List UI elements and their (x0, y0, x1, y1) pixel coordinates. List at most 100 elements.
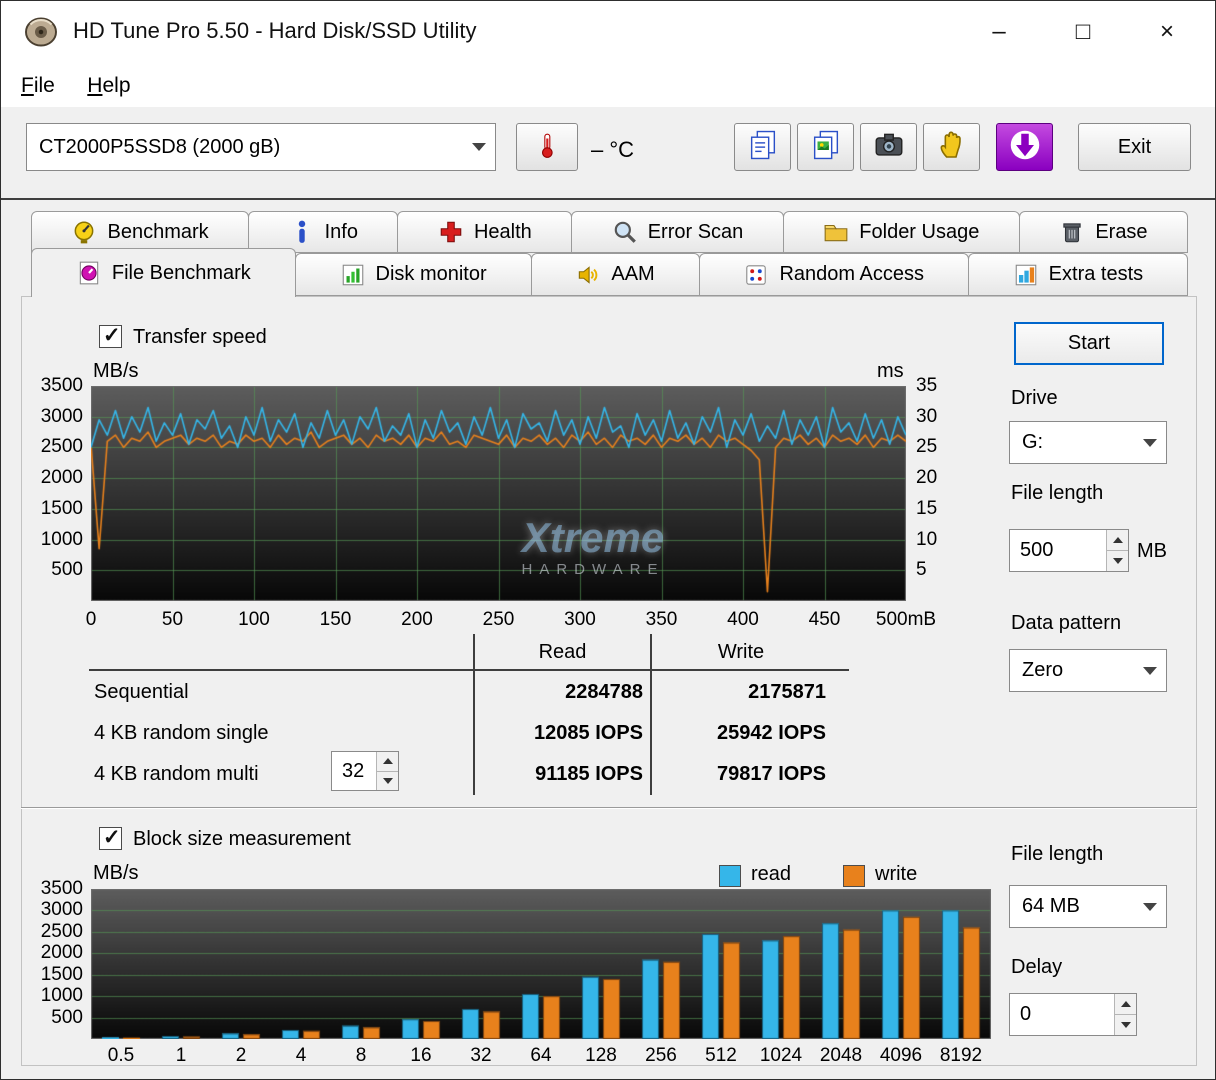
spinner-down-button[interactable] (1115, 1015, 1136, 1035)
spinner-buttons (1114, 994, 1136, 1035)
tab-disk-monitor[interactable]: Disk monitor (294, 253, 532, 296)
spinner-down-button[interactable] (377, 771, 398, 790)
app-icon (23, 14, 59, 50)
tab-row-2: File Benchmark Disk monitor AAM Random Acce… (31, 248, 1189, 297)
spinner-buttons (1106, 530, 1128, 571)
axis-tick-label: 450 (808, 609, 841, 630)
axis-tick-label: 3500 (40, 878, 83, 899)
copy-text-button[interactable] (734, 123, 791, 171)
axis-tick-label: 30 (916, 405, 938, 427)
axis-tick-label: 1500 (40, 963, 83, 985)
file-length-unit: MB (1137, 540, 1167, 562)
close-button[interactable]: × (1125, 1, 1209, 63)
start-button-label: Start (1067, 332, 1111, 354)
drag-hand-button[interactable] (923, 123, 980, 171)
axis-tick-label: 2000 (40, 942, 83, 964)
legend-write-label: write (875, 863, 918, 885)
thermometer-icon (534, 125, 560, 170)
tab-random-access[interactable]: Random Access (698, 253, 969, 296)
axis-tick-label: 500mB (875, 609, 937, 630)
tab-label: Health (473, 220, 532, 243)
axis-tick-label: 20 (916, 467, 938, 489)
tab-benchmark[interactable]: Benchmark (31, 211, 250, 253)
axis-tick-label: 3000 (40, 405, 83, 427)
menu-bar: File Help (1, 63, 1215, 107)
tab-error-scan[interactable]: Error Scan (571, 211, 784, 253)
device-select[interactable]: CT2000P5SSD8 (2000 gB) (26, 123, 496, 171)
tab-health[interactable]: Health (397, 211, 573, 253)
axis-tick-label: 250 (482, 609, 515, 630)
screenshot-button[interactable] (860, 123, 917, 171)
tab-label: Random Access (779, 263, 924, 285)
delay-label: Delay (1011, 956, 1063, 978)
start-button[interactable]: Start (1014, 322, 1164, 365)
axis-tick-label: 150 (319, 609, 352, 630)
axis-tick-label: 2500 (40, 436, 83, 458)
result-row-label: 4 KB random single (94, 722, 269, 744)
spinner-up-button[interactable] (1107, 530, 1128, 551)
tab-label: Benchmark (107, 220, 209, 243)
tab-label: Folder Usage (859, 220, 980, 243)
drive-label: Drive (1011, 387, 1058, 409)
axis-tick-label: 1000 (40, 528, 83, 550)
transfer-speed-checkbox[interactable] (99, 323, 122, 348)
spinner-up-button[interactable] (377, 752, 398, 772)
legend-read-label: read (751, 863, 792, 885)
data-pattern-label: Data pattern (1011, 612, 1122, 634)
menu-file[interactable]: File (13, 72, 63, 100)
copy-text-icon (746, 128, 780, 167)
block-size-chart (91, 889, 991, 1039)
tab-folder-usage[interactable]: Folder Usage (782, 211, 1020, 253)
bar-chart-y-unit: MB/s (93, 862, 139, 884)
axis-tick-label: 0 (85, 609, 97, 630)
file-length-spinner[interactable]: 500 (1009, 529, 1129, 572)
copy-image-button[interactable] (797, 123, 854, 171)
drive-select-value: G: (1022, 431, 1044, 453)
transfer-speed-chart (91, 386, 906, 601)
tab-label: File Benchmark (111, 261, 251, 284)
aam-icon (575, 262, 601, 288)
block-file-length-select[interactable]: 64 MB (1009, 885, 1167, 928)
maximize-button[interactable]: □ (1041, 1, 1125, 63)
tab-erase[interactable]: Erase (1018, 211, 1189, 253)
result-row-label: Sequential (94, 681, 189, 703)
chevron-down-icon (1134, 422, 1166, 463)
disk-monitor-icon (340, 262, 366, 288)
error-scan-icon (612, 219, 638, 245)
tab-extra-tests[interactable]: Extra tests (967, 253, 1189, 296)
block-file-length-value: 64 MB (1022, 895, 1080, 917)
data-pattern-value: Zero (1022, 659, 1064, 681)
camera-icon (872, 128, 906, 167)
drive-select[interactable]: G: (1009, 421, 1167, 464)
exit-button[interactable]: Exit (1078, 123, 1191, 171)
block-file-length-label: File length (1011, 843, 1104, 865)
delay-value: 0 (1020, 1003, 1032, 1025)
result-read-value: 12085 IOPS (534, 722, 643, 744)
multi-queue-spinner[interactable]: 32 (331, 751, 399, 791)
menu-help[interactable]: Help (79, 72, 138, 100)
multi-queue-value: 32 (342, 759, 365, 782)
save-results-button[interactable] (996, 123, 1053, 171)
tab-aam[interactable]: AAM (530, 253, 700, 296)
spinner-up-button[interactable] (1115, 994, 1136, 1015)
title-bar: HD Tune Pro 5.50 - Hard Disk/SSD Utility… (1, 1, 1215, 63)
data-pattern-select[interactable]: Zero (1009, 649, 1167, 692)
tab-file-benchmark[interactable]: File Benchmark (31, 248, 296, 297)
axis-tick-label: 350 (645, 609, 678, 630)
axis-tick-label: 10 (916, 528, 938, 550)
device-select-value: CT2000P5SSD8 (2000 gB) (39, 135, 281, 158)
delay-spinner[interactable]: 0 (1009, 993, 1137, 1036)
save-down-icon (1007, 127, 1043, 168)
spinner-down-button[interactable] (1107, 551, 1128, 571)
axis-tick-label: 1000 (40, 985, 83, 1007)
axis-tick-label: 8192 (939, 1045, 983, 1066)
tab-info[interactable]: Info (248, 211, 399, 253)
temperature-button[interactable] (516, 123, 578, 171)
read-header: Read (538, 641, 587, 663)
axis-tick-label: 5 (916, 559, 927, 581)
window-title: HD Tune Pro 5.50 - Hard Disk/SSD Utility (73, 18, 477, 43)
block-size-checkbox[interactable] (99, 825, 122, 850)
exit-button-label: Exit (1117, 135, 1152, 158)
minimize-button[interactable]: – (957, 1, 1041, 63)
info-icon (289, 219, 315, 245)
